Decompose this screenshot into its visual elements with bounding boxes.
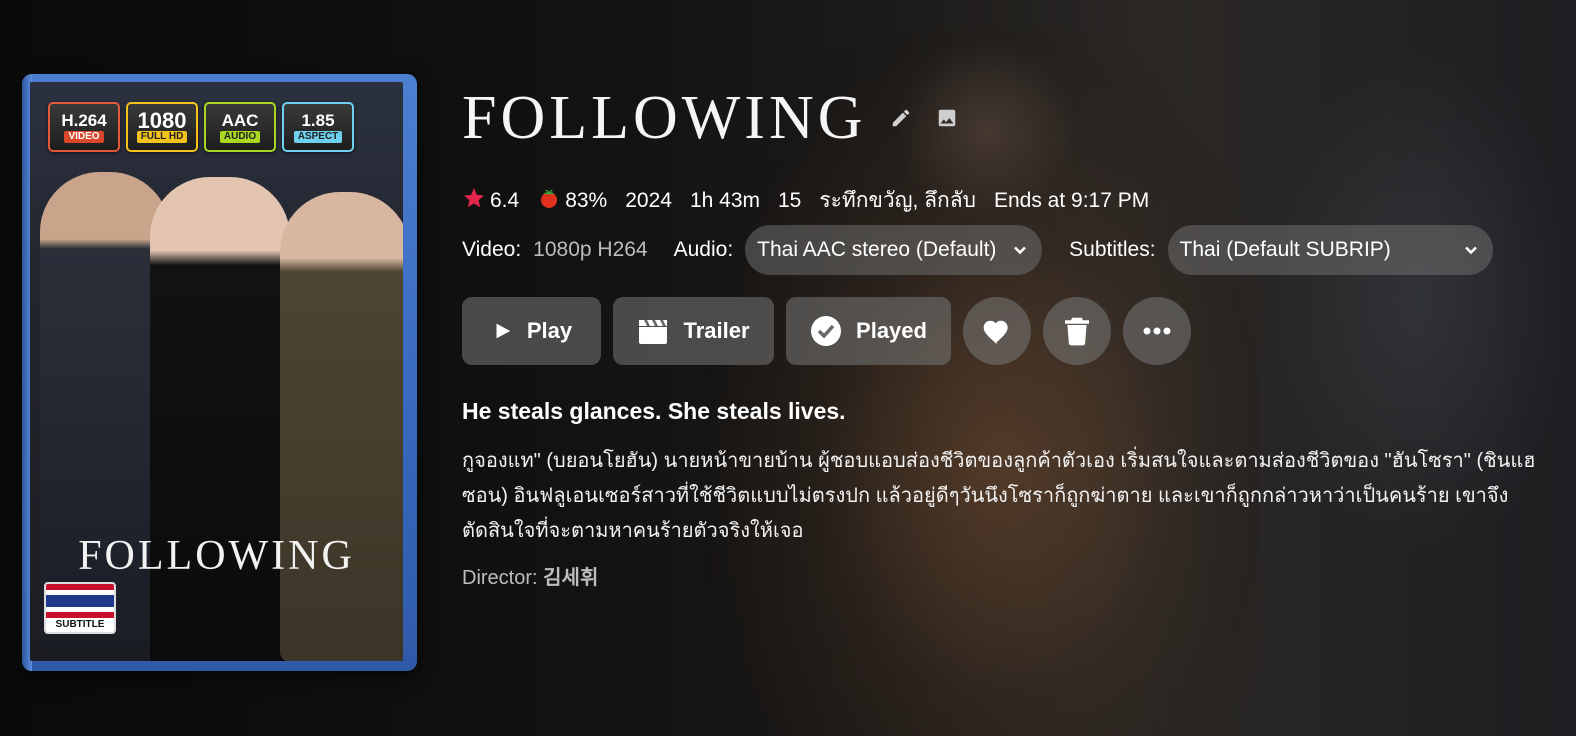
trash-icon (1065, 316, 1089, 346)
badge-sub-text: FULL HD (136, 131, 188, 143)
audio-track-value: Thai AAC stereo (Default) (757, 238, 997, 261)
heart-icon (981, 316, 1013, 346)
badge-main-text: 1080 (137, 108, 187, 133)
media-badges: H.264 VIDEO 1080 FULL HD AAC AUDIO 1.85 … (48, 102, 354, 152)
aspect-ratio-badge: 1.85 ASPECT (282, 102, 354, 152)
media-info-row: Video: 1080p H264 Audio: Thai AAC stereo… (462, 225, 1493, 275)
play-icon (491, 320, 513, 342)
tomato-icon (537, 186, 561, 216)
badge-sub-text: AUDIO (219, 131, 261, 143)
title-logo: FOLLOWING (462, 84, 867, 152)
audio-label: Audio: (673, 238, 734, 261)
age-rating: 15 (778, 188, 802, 212)
year: 2024 (625, 188, 672, 212)
video-value: 1080p H264 (533, 238, 648, 261)
played-button[interactable]: Played (786, 297, 951, 365)
chevron-down-icon (1461, 240, 1481, 260)
star-icon (462, 186, 486, 216)
subtitle-track-value: Thai (Default SUBRIP) (1179, 238, 1391, 261)
edit-icon[interactable] (889, 106, 913, 130)
community-rating-value: 6.4 (490, 188, 520, 212)
more-horizontal-icon (1143, 327, 1171, 335)
runtime: 1h 43m (689, 188, 760, 212)
overview: กูจองแท" (บยอนโยฮัน) นายหน้าขายบ้าน ผู้ช… (462, 450, 1536, 542)
subtitle-flag-label: SUBTITLE (55, 619, 105, 630)
thai-flag-icon (46, 584, 114, 618)
badge-sub-text: VIDEO (64, 131, 104, 143)
play-button[interactable]: Play (462, 297, 601, 365)
audio-track-select[interactable]: Thai AAC stereo (Default) (745, 225, 1043, 275)
community-rating: 6.4 (462, 186, 519, 216)
play-button-label: Play (526, 318, 573, 343)
resolution-badge: 1080 FULL HD (126, 102, 198, 152)
badge-main-text: H.264 (61, 111, 107, 130)
director-label: Director: (462, 567, 538, 589)
subtitle-track-select[interactable]: Thai (Default SUBRIP) (1167, 225, 1493, 275)
chevron-down-icon (1010, 240, 1030, 260)
delete-button[interactable] (1043, 297, 1111, 365)
played-button-label: Played (856, 318, 927, 343)
clapperboard-icon (637, 317, 669, 345)
video-codec-badge: H.264 VIDEO (48, 102, 120, 152)
title-row: FOLLOWING (462, 80, 959, 156)
poster-artwork: H.264 VIDEO 1080 FULL HD AAC AUDIO 1.85 … (30, 82, 403, 661)
trailer-button[interactable]: Trailer (613, 297, 774, 365)
trailer-button-label: Trailer (683, 318, 750, 343)
action-buttons: Play Trailer Played (462, 297, 1191, 365)
video-label: Video: (462, 238, 522, 261)
tagline: He steals glances. She steals lives. (462, 398, 846, 424)
badge-main-text: AAC (221, 111, 259, 130)
subtitle-flag-badge: SUBTITLE (44, 582, 116, 634)
critic-rating-value: 83% (565, 188, 608, 212)
ends-at: Ends at 9:17 PM (993, 188, 1150, 212)
director-name[interactable]: 김세휘 (543, 567, 598, 589)
badge-sub-text: ASPECT (293, 131, 343, 143)
badge-main-text: 1.85 (301, 111, 335, 130)
audio-codec-badge: AAC AUDIO (204, 102, 276, 152)
metadata-row: 6.4 83% 2024 1h 43m 15 ระทึกขวัญ, ลึกลับ… (462, 184, 1167, 217)
poster-title: FOLLOWING (78, 533, 355, 579)
subtitles-label: Subtitles: (1069, 238, 1156, 261)
poster-figure-2 (150, 177, 290, 661)
critic-rating: 83% (537, 186, 607, 216)
poster-figure-3 (280, 192, 403, 661)
image-icon[interactable] (935, 106, 959, 130)
director: Director: 김세휘 (462, 561, 598, 590)
genres[interactable]: ระทึกขวัญ, ลึกลับ (819, 184, 976, 217)
more-options-button[interactable] (1123, 297, 1191, 365)
favorite-button[interactable] (963, 297, 1031, 365)
poster[interactable]: H.264 VIDEO 1080 FULL HD AAC AUDIO 1.85 … (22, 74, 417, 671)
check-circle-icon (810, 315, 842, 347)
